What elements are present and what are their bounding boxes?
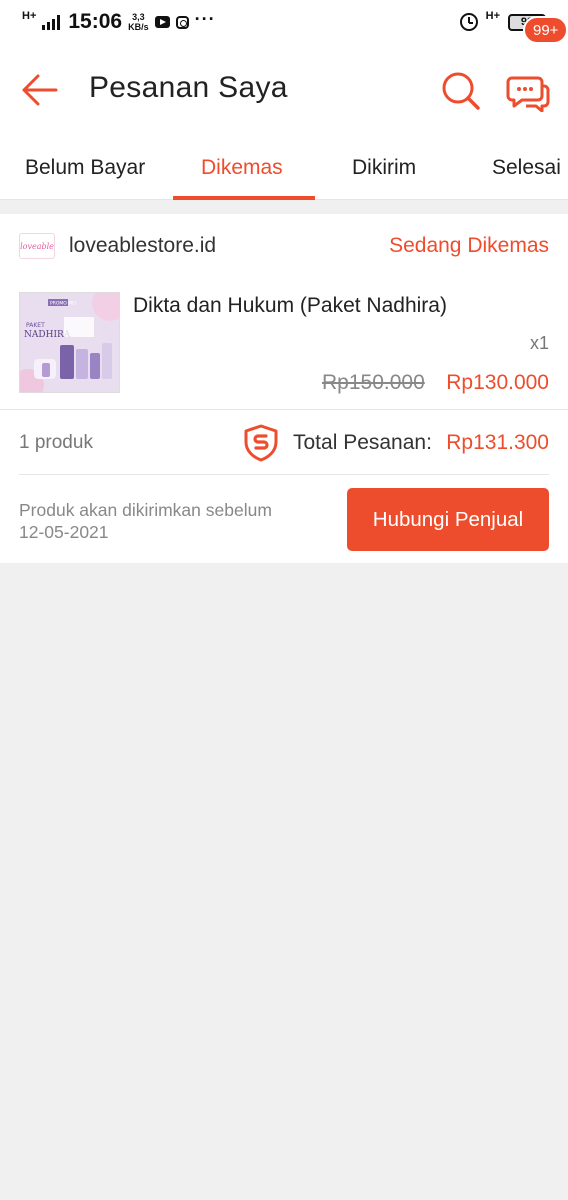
youtube-icon xyxy=(154,16,170,28)
item-count: 1 produk xyxy=(19,432,93,453)
clock: 15:06 xyxy=(68,10,123,33)
order-card[interactable]: loveable loveablestore.id Sedang Dikemas… xyxy=(0,214,568,563)
shipping-note-date: 12-05-2021 xyxy=(19,522,109,542)
screen: H+ 15:06 3,3 KB/s ··· H+ 92 xyxy=(0,0,568,1200)
thumb-nadhira-text: NADHIRA xyxy=(24,330,71,340)
total-value: Rp131.300 xyxy=(446,431,549,454)
alarm-icon xyxy=(459,13,478,31)
page-title: Pesanan Saya xyxy=(89,71,288,104)
tab-dikirim[interactable]: Dikirim xyxy=(352,156,416,180)
contact-seller-button[interactable]: Hubungi Penjual xyxy=(347,488,549,551)
network-speed: 3,3 KB/s xyxy=(128,12,149,32)
tab-belum-bayar[interactable]: Belum Bayar xyxy=(25,156,145,180)
search-icon xyxy=(442,72,480,110)
more-notifications-icon: ··· xyxy=(194,8,216,29)
product-name[interactable]: Dikta dan Hukum (Paket Nadhira) xyxy=(133,294,447,318)
network-type: H+ xyxy=(22,9,37,22)
arrow-left-icon xyxy=(22,74,58,106)
back-button[interactable] xyxy=(20,70,60,110)
shipping-note: Produk akan dikirimkan sebelum 12-05-202… xyxy=(19,499,272,543)
total-label: Total Pesanan: xyxy=(293,431,432,454)
discounted-price: Rp130.000 xyxy=(446,371,549,394)
product-image-art: PROMO MEI PAKET NADHIRA xyxy=(20,293,119,392)
app-bar: Pesanan Saya xyxy=(0,44,568,136)
original-price: Rp150.000 xyxy=(322,371,425,394)
order-status: Sedang Dikemas xyxy=(389,234,549,257)
instagram-icon xyxy=(175,15,189,29)
shopee-guarantee-shield-icon xyxy=(244,424,278,462)
status-bar: H+ 15:06 3,3 KB/s ··· H+ 92 xyxy=(0,0,568,44)
shop-name[interactable]: loveablestore.id xyxy=(69,234,216,258)
chat-icon xyxy=(506,76,550,113)
shop-logo: loveable xyxy=(19,233,55,259)
shop-logo-text: loveable xyxy=(20,241,54,251)
signal-icon xyxy=(42,14,61,30)
tab-selesai[interactable]: Selesai xyxy=(492,156,561,180)
search-button[interactable] xyxy=(440,70,482,112)
product-quantity: x1 xyxy=(529,333,549,353)
active-tab-indicator xyxy=(173,196,315,200)
chat-button[interactable] xyxy=(506,70,552,113)
shipping-note-line1: Produk akan dikirimkan sebelum xyxy=(19,500,272,520)
speed-value: 3,3 xyxy=(132,12,145,22)
product-image[interactable]: PROMO MEI PAKET NADHIRA xyxy=(19,292,120,393)
thumb-paket-text: PAKET xyxy=(26,322,45,329)
order-tabs: Belum Bayar Dikemas Dikirim Selesai xyxy=(0,136,568,200)
thumb-promo-text: PROMO MEI xyxy=(50,301,76,307)
divider xyxy=(0,409,568,410)
network-type-right: H+ xyxy=(485,9,500,22)
speed-unit: KB/s xyxy=(128,22,149,32)
chat-badge: 99+ xyxy=(523,16,568,44)
divider xyxy=(19,474,549,475)
tab-dikemas[interactable]: Dikemas xyxy=(201,156,283,180)
